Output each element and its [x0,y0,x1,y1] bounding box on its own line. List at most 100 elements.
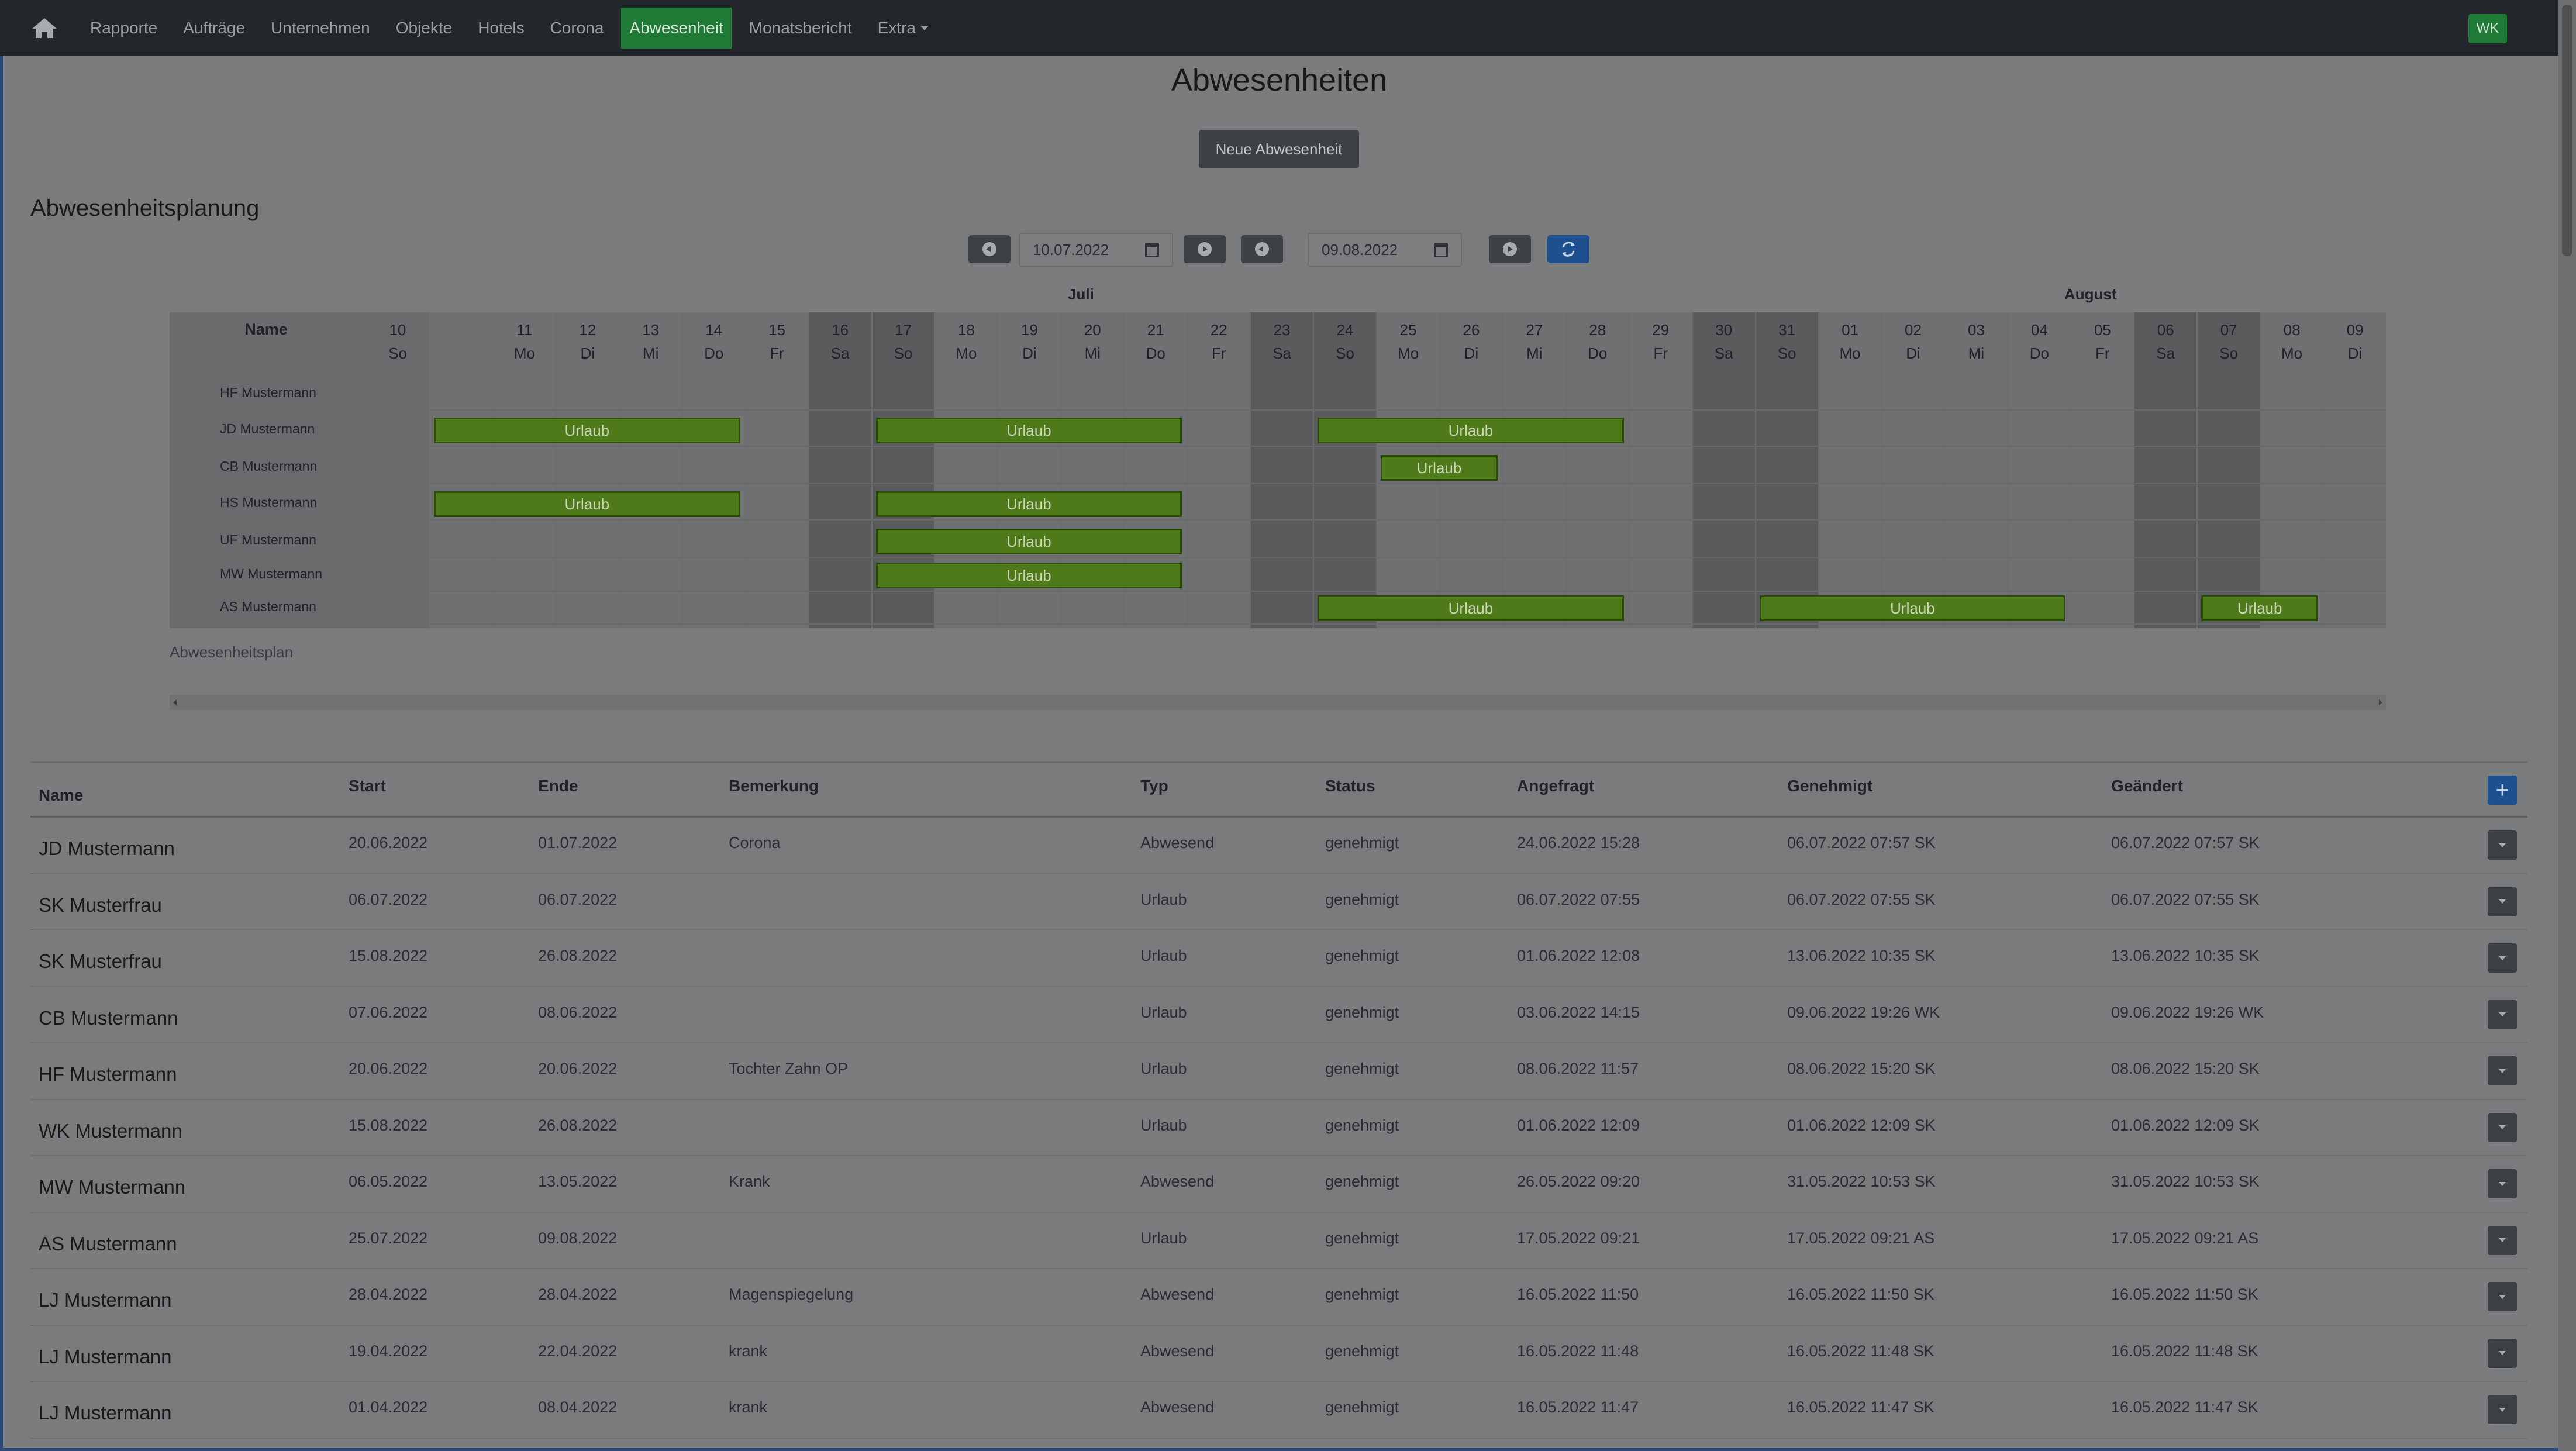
row-actions-dropdown-button[interactable] [2488,887,2517,916]
column-header[interactable]: Name [39,786,83,805]
table-cell: Krank [729,1173,770,1190]
nav-hotels[interactable]: Hotels [470,8,532,49]
row-actions-dropdown-button[interactable] [2488,1169,2517,1198]
table-row[interactable]: LJ Mustermann 01.04.2022 08.04.2022 krank Ab… [30,1382,2527,1439]
absence-bar[interactable]: Urlaub [875,529,1182,554]
row-actions-dropdown-button[interactable] [2488,830,2517,860]
planner-weekday: Sa [830,344,850,362]
date-from-next-button[interactable] [1184,235,1226,263]
row-actions-dropdown-button[interactable] [2488,1338,2517,1368]
table-row[interactable]: JD Mustermann 20.06.2022 01.07.2022 Corona A… [30,818,2527,874]
table-row[interactable]: AS Mustermann 25.07.2022 09.08.2022 Urlaub g… [30,1213,2527,1269]
absence-bar[interactable]: Urlaub [2201,595,2319,621]
absence-bar[interactable]: Urlaub [1318,418,1624,443]
absence-bar[interactable]: Urlaub [434,418,740,443]
top-navbar: Rapporte Aufträge Unternehmen Objekte Ho… [0,0,2558,56]
absence-bar[interactable]: Urlaub [434,491,740,517]
date-from-value: 10.07.2022 [1033,240,1109,259]
table-row[interactable]: LJ Mustermann 28.04.2022 28.04.2022 Magensp… [30,1269,2527,1326]
planner-weekday: Di [2347,344,2363,362]
absence-bar[interactable]: Urlaub [1381,455,1498,481]
caret-down-icon [2499,1351,2506,1355]
row-actions-dropdown-button[interactable] [2488,999,2517,1029]
table-cell: 07.06.2022 [349,1003,428,1021]
table-cell: genehmigt [1325,1398,1399,1416]
home-icon[interactable] [30,16,58,40]
column-header[interactable]: Status [1325,777,1375,795]
column-header[interactable]: Bemerkung [729,777,819,795]
column-header[interactable]: Genehmigt [1787,777,1872,795]
row-actions-dropdown-button[interactable] [2488,943,2517,973]
row-actions-dropdown-button[interactable] [2488,1282,2517,1311]
table-row[interactable]: SK Musterfrau 15.08.2022 26.08.2022 Urlaub g… [30,930,2527,987]
nav-objekte[interactable]: Objekte [388,8,461,49]
date-to-next-button[interactable] [1489,235,1531,263]
table-cell: 06.07.2022 07:55 [1517,890,1640,908]
nav-monatsbericht[interactable]: Monatsbericht [741,8,860,49]
absence-bar[interactable]: Urlaub [875,491,1182,517]
table-cell: Urlaub [1140,1060,1187,1077]
planner-weekday: Mo [2281,344,2303,362]
absence-bar[interactable]: Urlaub [1318,595,1624,621]
date-to-input[interactable]: 09.08.2022 [1308,233,1462,267]
table-cell: 24.06.2022 15:28 [1517,834,1640,852]
column-header[interactable]: Start [349,777,386,795]
date-to-prev-button[interactable] [1241,235,1283,263]
refresh-button[interactable] [1547,235,1589,263]
nav-unternehmen[interactable]: Unternehmen [263,8,378,49]
vertical-scrollbar[interactable] [2558,0,2576,1451]
column-header[interactable]: Angefragt [1517,777,1594,795]
column-header[interactable]: Typ [1140,777,1168,795]
absence-bar[interactable]: Urlaub [875,563,1182,588]
table-cell: genehmigt [1325,1173,1399,1190]
row-actions-dropdown-button[interactable] [2488,1395,2517,1424]
row-actions-dropdown-button[interactable] [2488,1056,2517,1085]
nav-corona[interactable]: Corona [542,8,612,49]
planner-row-line [429,483,2386,484]
absence-bar[interactable]: Urlaub [875,418,1182,443]
planner-day-number: 29 [1652,321,1670,339]
add-absence-button[interactable]: + [2488,776,2517,805]
new-absence-button[interactable]: Neue Abwesenheit [1199,130,1359,168]
column-header[interactable]: Geändert [2111,777,2183,795]
table-cell: 19.04.2022 [349,1342,428,1360]
row-actions-dropdown-button[interactable] [2488,1225,2517,1255]
planner-weekday: Mo [956,344,977,362]
absence-bar[interactable]: Urlaub [1759,595,2066,621]
date-from-input[interactable]: 10.07.2022 [1019,233,1173,267]
planner-day-number: 01 [1842,321,1858,339]
table-cell: Urlaub [1140,947,1187,964]
table-row[interactable]: LJ Mustermann 19.04.2022 22.04.2022 krank Ab… [30,1326,2527,1382]
table-cell: 16.05.2022 11:48 [1517,1342,1639,1360]
scroll-left-icon[interactable] [173,699,177,705]
calendar-icon[interactable] [1145,243,1159,257]
date-from-prev-button[interactable] [968,235,1011,263]
scrollbar-thumb[interactable] [2562,5,2572,256]
table-cell: 06.07.2022 [538,890,618,908]
table-row[interactable]: CB Mustermann 07.06.2022 08.06.2022 Urlaub g… [30,987,2527,1043]
table-row[interactable]: WK Mustermann 15.08.2022 26.08.2022 Urlaub g… [30,1100,2527,1156]
planner-weekday: Mo [513,344,535,362]
table-row[interactable]: MW Mustermann 06.05.2022 13.05.2022 Krank Ab… [30,1156,2527,1213]
planner-horizontal-scrollbar[interactable] [170,695,2386,710]
planner-day-number: 18 [957,321,975,339]
table-row[interactable]: HF Mustermann 20.06.2022 20.06.2022 Tochter… [30,1043,2527,1100]
planner-weekday: Mi [643,344,659,362]
table-cell: 13.06.2022 10:35 SK [1787,947,1936,964]
table-row[interactable]: SK Musterfrau 06.07.2022 06.07.2022 Urlaub g… [30,874,2527,930]
nav-extra-dropdown[interactable]: Extra [870,8,937,49]
nav-rapporte[interactable]: Rapporte [82,8,165,49]
planner-weekday: Mo [1397,344,1419,362]
column-header[interactable]: Ende [538,777,578,795]
nav-auftraege[interactable]: Aufträge [175,8,253,49]
calendar-icon[interactable] [1434,243,1448,257]
planner-day-column: 31 So [1754,312,1818,628]
user-avatar-button[interactable]: WK [2468,14,2507,43]
nav-abwesenheit[interactable]: Abwesenheit [621,7,732,49]
scroll-right-icon[interactable] [2379,699,2382,705]
planner-day-column: 03 Mi [1944,312,2007,628]
planner-row-line [429,557,2386,558]
table-cell: Urlaub [1140,1003,1187,1021]
table-cell: genehmigt [1325,1116,1399,1134]
row-actions-dropdown-button[interactable] [2488,1112,2517,1142]
